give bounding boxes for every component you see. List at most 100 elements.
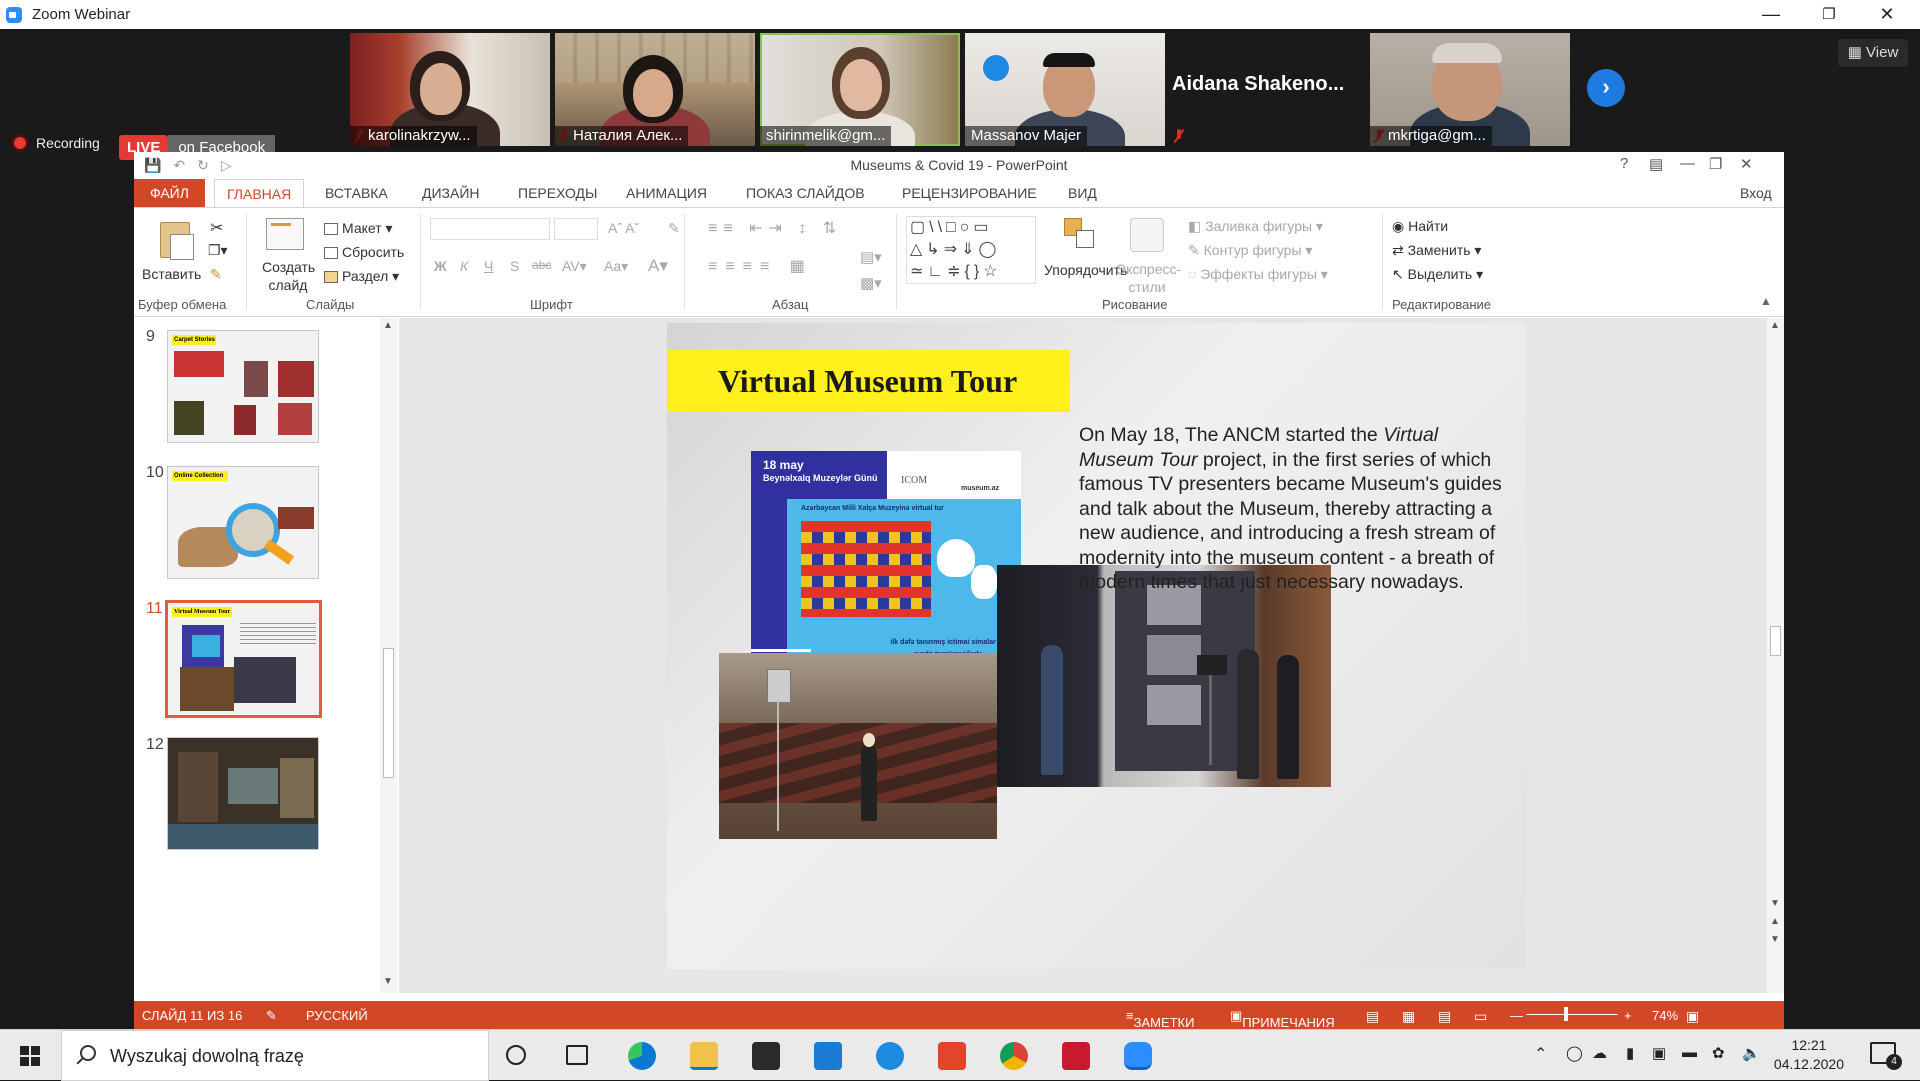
scrollbar-thumb[interactable] — [1770, 626, 1781, 656]
minimize-icon[interactable]: — — [1742, 0, 1800, 29]
font-family-select[interactable] — [430, 218, 550, 240]
zoom-out-icon[interactable]: — — [1510, 1008, 1523, 1023]
office-icon[interactable] — [938, 1042, 966, 1070]
slide-thumbnail-11-selected[interactable]: Virtual Museum Tour — [165, 600, 322, 718]
shadow-button[interactable]: S — [510, 258, 519, 274]
help-icon[interactable]: ? — [1620, 155, 1628, 172]
cortana-icon[interactable] — [506, 1045, 526, 1065]
copy-icon[interactable]: ❐▾ — [208, 242, 228, 259]
slide-body-text[interactable]: On May 18, The ANCM started the Virtual … — [1079, 423, 1509, 595]
restore-icon[interactable]: ❐ — [1709, 155, 1722, 173]
notes-button[interactable]: ≡ ЗАМЕТКИ — [1126, 1008, 1194, 1030]
change-case-icon[interactable]: Aa▾ — [604, 258, 628, 275]
slideshow-view-icon[interactable]: ▭ — [1474, 1008, 1487, 1025]
scroll-up-icon[interactable]: ▲ — [1770, 320, 1780, 331]
underline-button[interactable]: Ч — [484, 258, 493, 274]
recording-indicator[interactable]: Recording — [14, 135, 100, 151]
shape-effects-button[interactable]: ◌ Эффекты фигуры ▾ — [1188, 266, 1328, 283]
bold-button[interactable]: Ж — [434, 258, 447, 274]
paste-button[interactable]: Вставить — [142, 266, 201, 282]
scroll-down-icon[interactable]: ▼ — [1770, 898, 1780, 909]
chrome-icon[interactable] — [1000, 1042, 1028, 1070]
arrange-button[interactable]: Упорядочить — [1044, 262, 1127, 278]
comments-button[interactable]: ▣ ПРИМЕЧАНИЯ — [1230, 1008, 1335, 1030]
list-buttons-icon[interactable]: ≡≡ ⇤⇥ ↕ ⇅ — [708, 218, 842, 238]
next-slide-icon[interactable]: ▼ — [1770, 934, 1780, 945]
italic-button[interactable]: К — [460, 258, 468, 274]
char-spacing-icon[interactable]: AV▾ — [562, 258, 587, 275]
wifi-icon[interactable]: ✿ — [1712, 1044, 1725, 1062]
onedrive-icon[interactable]: ☁ — [1592, 1044, 1607, 1062]
restore-icon[interactable]: ❐ — [1800, 0, 1858, 29]
minimize-icon[interactable]: — — [1680, 155, 1695, 172]
zoom-slider[interactable] — [1526, 1014, 1618, 1015]
app-arrow-icon[interactable] — [876, 1042, 904, 1070]
replace-button[interactable]: ⇄ Заменить ▾ — [1392, 242, 1481, 259]
arrange-icon[interactable] — [1064, 218, 1098, 250]
taskbar-search-box[interactable]: Wyszukaj dowolną frazę — [61, 1030, 489, 1081]
slide-title[interactable]: Virtual Museum Tour — [667, 350, 1070, 412]
clear-formatting-icon[interactable]: ✎ — [668, 220, 680, 237]
participant-tile[interactable]: Massanov Majer — [965, 33, 1165, 146]
battery-icon[interactable]: ▬ — [1682, 1044, 1697, 1061]
store-icon[interactable] — [752, 1042, 780, 1070]
file-explorer-icon[interactable] — [690, 1042, 718, 1070]
tab-slideshow[interactable]: ПОКАЗ СЛАЙДОВ — [746, 185, 865, 201]
current-slide[interactable]: Virtual Museum Tour 18 may Beynəlxalq Mu… — [667, 323, 1526, 969]
select-button[interactable]: ↖ Выделить ▾ — [1392, 266, 1483, 283]
smartart-icon[interactable]: ▩▾ — [860, 274, 882, 292]
participant-tile[interactable]: karolinakrzyw... — [350, 33, 550, 146]
scroll-down-icon[interactable]: ▼ — [383, 976, 393, 987]
shape-fill-button[interactable]: ◧ Заливка фигуры ▾ — [1188, 218, 1323, 235]
sign-in-link[interactable]: Вход — [1740, 185, 1772, 201]
tab-file[interactable]: ФАЙЛ — [134, 179, 205, 207]
language-indicator[interactable]: РУССКИЙ — [306, 1008, 368, 1023]
zoom-in-icon[interactable]: + — [1624, 1008, 1632, 1023]
slide-thumbnail-9[interactable]: Carpet Stories — [167, 330, 319, 443]
format-painter-icon[interactable]: ✎ — [210, 266, 222, 283]
slide-thumbnail-10[interactable]: Online Collection — [167, 466, 319, 579]
edge-browser-icon[interactable] — [628, 1042, 656, 1070]
section-button[interactable]: Раздел ▾ — [324, 268, 399, 285]
show-hidden-icons-icon[interactable]: ⌃ — [1534, 1044, 1547, 1064]
alignment-buttons-icon[interactable]: ≡≡≡≡ ▦ — [708, 256, 813, 276]
tab-home[interactable]: ГЛАВНАЯ — [214, 179, 305, 207]
layout-button[interactable]: Макет ▾ — [324, 220, 393, 237]
normal-view-icon[interactable]: ▤ — [1366, 1008, 1379, 1025]
font-size-select[interactable] — [554, 218, 598, 240]
volume-icon[interactable]: 🔈 — [1742, 1044, 1761, 1062]
close-icon[interactable]: ✕ — [1740, 155, 1753, 173]
tab-design[interactable]: ДИЗАЙН — [422, 185, 480, 201]
quick-styles-button[interactable]: Экспресс-стили — [1116, 260, 1181, 296]
new-slide-button[interactable]: Создать слайд — [262, 258, 315, 294]
shape-outline-button[interactable]: ✎ Контур фигуры ▾ — [1188, 242, 1312, 259]
microphone-icon[interactable]: ▮ — [1626, 1044, 1634, 1062]
view-button[interactable]: ▦ View — [1838, 39, 1908, 67]
windows-start-icon[interactable] — [20, 1046, 40, 1066]
reset-button[interactable]: Сбросить — [324, 244, 404, 260]
paste-icon[interactable] — [152, 220, 200, 260]
zoom-app-icon[interactable] — [1124, 1042, 1152, 1070]
new-slide-icon[interactable] — [266, 218, 304, 250]
tab-insert[interactable]: ВСТАВКА — [325, 185, 388, 201]
participant-tile-active-speaker[interactable]: shirinmelik@gm... — [760, 33, 960, 146]
shapes-gallery[interactable]: ▢\\□○▭ △↳⇒⇓◯ ≃∟≑{}☆ — [906, 216, 1036, 284]
find-button[interactable]: ◉ Найти — [1392, 218, 1448, 235]
tab-transitions[interactable]: ПЕРЕХОДЫ — [518, 185, 597, 201]
slide-sorter-icon[interactable]: ▦ — [1402, 1008, 1415, 1025]
scrollbar-thumb[interactable] — [383, 648, 394, 778]
previous-slide-icon[interactable]: ▲ — [1770, 916, 1780, 927]
thumbnail-scrollbar[interactable]: ▲ ▼ — [380, 318, 397, 993]
zoom-level[interactable]: 74% — [1652, 1008, 1678, 1023]
ribbon-display-icon[interactable]: ▤ — [1649, 155, 1663, 173]
task-view-icon[interactable] — [566, 1045, 588, 1065]
slide-scrollbar[interactable]: ▲ ▼ ▲ ▼ — [1767, 318, 1784, 993]
text-direction-icon[interactable]: ▤▾ — [860, 248, 882, 266]
font-color-icon[interactable]: A▾ — [648, 256, 668, 276]
reading-view-icon[interactable]: ▤ — [1438, 1008, 1451, 1025]
cut-icon[interactable]: ✂ — [210, 218, 223, 238]
spellcheck-icon[interactable]: ✎ — [266, 1008, 277, 1024]
quick-styles-icon[interactable] — [1130, 218, 1164, 252]
collapse-ribbon-icon[interactable]: ▲ — [1760, 294, 1772, 308]
slide-thumbnail-12[interactable] — [167, 737, 319, 850]
